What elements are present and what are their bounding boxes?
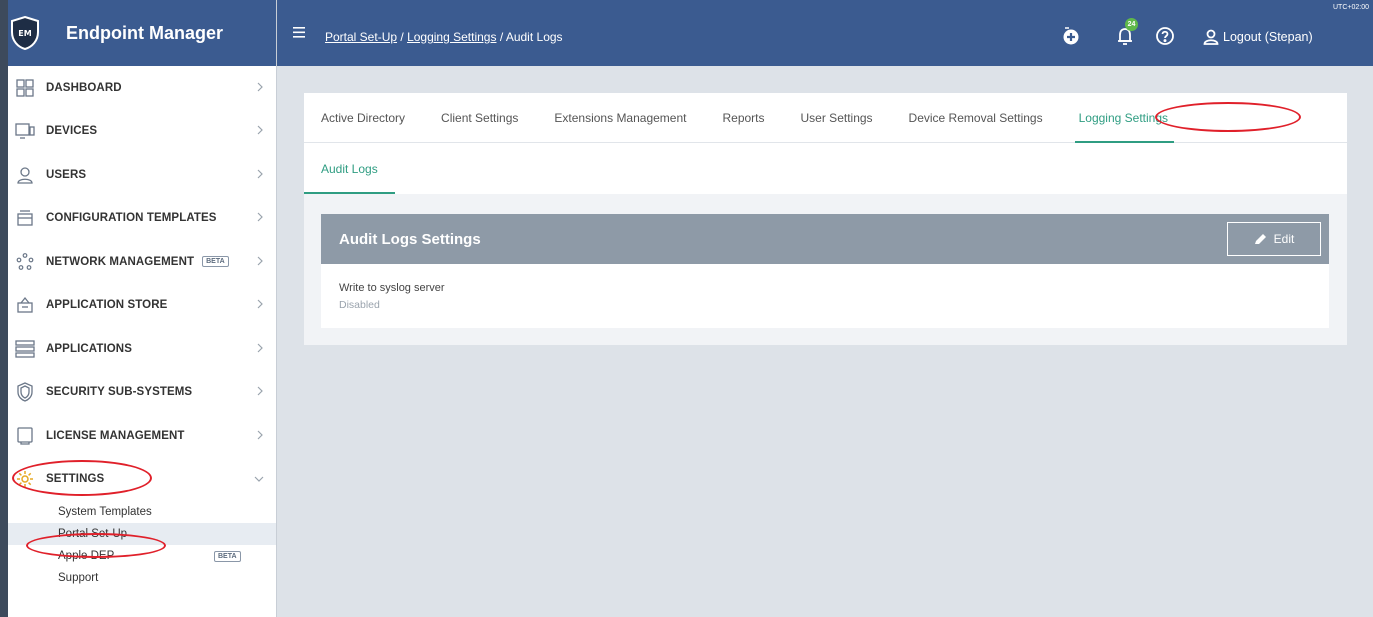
- sidebar-subitem-apple-dep[interactable]: Apple DEP BETA: [8, 545, 276, 567]
- breadcrumb: Portal Set-Up / Logging Settings / Audit…: [325, 30, 563, 44]
- basket-icon: [14, 294, 36, 316]
- panel-header: Audit Logs Settings Edit: [321, 214, 1329, 264]
- chevron-right-icon: [257, 429, 264, 443]
- syslog-field-value: Disabled: [339, 299, 380, 311]
- user-icon: [1203, 29, 1219, 45]
- monitor-icon: [14, 120, 36, 142]
- sidebar-subitem-support[interactable]: Support: [8, 567, 276, 589]
- app-title: Endpoint Manager: [66, 22, 223, 43]
- settings-tabs: Active Directory Client Settings Extensi…: [304, 93, 1347, 143]
- sidebar-item-label: APPLICATIONS: [46, 342, 132, 355]
- pencil-icon: [1254, 234, 1266, 244]
- audit-logs-settings-panel: Audit Logs Settings Edit Write to syslog…: [321, 214, 1329, 328]
- sidebar-item-license-management[interactable]: LICENSE MANAGEMENT: [8, 414, 276, 458]
- chevron-right-icon: [257, 385, 264, 399]
- sidebar-item-label: DASHBOARD: [46, 81, 122, 94]
- sidebar-item-label: NETWORK MANAGEMENT: [46, 255, 195, 268]
- beta-badge: BETA: [202, 256, 229, 268]
- logo-text: EM: [18, 29, 31, 38]
- sidebar-subitem-label: System Templates: [58, 506, 152, 518]
- sidebar-item-application-store[interactable]: APPLICATION STORE: [8, 284, 276, 328]
- tab-user-settings[interactable]: User Settings: [801, 93, 873, 143]
- sidebar-item-label: USERS: [46, 168, 87, 181]
- brand-header: EM Endpoint Manager: [8, 0, 276, 66]
- tab-device-removal-settings[interactable]: Device Removal Settings: [909, 93, 1043, 143]
- sidebar-item-label: LICENSE MANAGEMENT: [46, 429, 185, 442]
- sidebar-subitem-label: Support: [58, 572, 99, 584]
- network-icon: [14, 251, 36, 273]
- beta-badge: BETA: [214, 550, 241, 562]
- server-icon: [14, 338, 36, 360]
- add-device-icon[interactable]: [1061, 26, 1081, 46]
- syslog-field-label: Write to syslog server: [339, 282, 445, 294]
- chevron-down-icon: [254, 472, 264, 486]
- edit-button[interactable]: Edit: [1227, 222, 1321, 256]
- grid-icon: [14, 77, 36, 99]
- breadcrumb-link-logging-settings[interactable]: Logging Settings: [407, 30, 496, 44]
- sidebar-item-users[interactable]: USERS: [8, 153, 276, 197]
- tab-extensions-management[interactable]: Extensions Management: [554, 93, 686, 143]
- user-icon: [14, 164, 36, 186]
- sidebar-item-label: APPLICATION STORE: [46, 299, 168, 312]
- chevron-right-icon: [257, 168, 264, 182]
- sidebar-subitem-system-templates[interactable]: System Templates: [8, 501, 276, 523]
- sidebar: EM Endpoint Manager DASHBOARD DEVICES US…: [0, 0, 277, 617]
- panel-title: Audit Logs Settings: [339, 230, 481, 248]
- notification-bell-icon[interactable]: 24: [1115, 18, 1138, 46]
- sidebar-item-devices[interactable]: DEVICES: [8, 110, 276, 154]
- breadcrumb-separator: /: [499, 30, 504, 44]
- sidebar-item-label: SECURITY SUB-SYSTEMS: [46, 386, 193, 399]
- sidebar-subitem-portal-set-up[interactable]: Portal Set-Up: [8, 523, 276, 545]
- shield-logo-icon[interactable]: EM: [10, 16, 40, 50]
- breadcrumb-link-portal-set-up[interactable]: Portal Set-Up: [325, 30, 397, 44]
- chevron-right-icon: [257, 81, 264, 95]
- tab-logging-settings[interactable]: Logging Settings: [1074, 93, 1175, 143]
- sidebar-item-settings[interactable]: SETTINGS: [8, 458, 276, 502]
- main-content: Active Directory Client Settings Extensi…: [304, 93, 1347, 345]
- breadcrumb-separator: /: [400, 30, 404, 44]
- sidebar-subitem-label: Portal Set-Up: [58, 528, 128, 540]
- sidebar-item-security-sub-systems[interactable]: SECURITY SUB-SYSTEMS: [8, 371, 276, 415]
- edit-button-label: Edit: [1273, 232, 1295, 246]
- license-icon: [14, 425, 36, 447]
- sidebar-item-label: DEVICES: [46, 125, 98, 138]
- sidebar-subitem-label: Apple DEP: [58, 550, 115, 562]
- notification-count-badge: 24: [1125, 18, 1138, 31]
- sidebar-item-applications[interactable]: APPLICATIONS: [8, 327, 276, 371]
- sidebar-item-network-management[interactable]: NETWORK MANAGEMENT BETA: [8, 240, 276, 284]
- tab-reports[interactable]: Reports: [722, 93, 764, 143]
- logging-subtabs: Audit Logs: [304, 143, 1347, 194]
- hamburger-menu-icon[interactable]: [293, 27, 305, 41]
- chevron-right-icon: [257, 298, 264, 312]
- gear-icon: [14, 468, 36, 490]
- logout-label: Logout (Stepan): [1223, 30, 1313, 44]
- top-bar: Portal Set-Up / Logging Settings / Audit…: [277, 0, 1373, 66]
- sidebar-item-label: CONFIGURATION TEMPLATES: [46, 212, 217, 225]
- timezone-label: UTC+02:00: [1333, 4, 1369, 11]
- template-icon: [14, 207, 36, 229]
- chevron-right-icon: [257, 255, 264, 269]
- chevron-right-icon: [257, 124, 264, 138]
- chevron-right-icon: [257, 342, 264, 356]
- tab-client-settings[interactable]: Client Settings: [441, 93, 518, 143]
- help-icon[interactable]: [1155, 26, 1175, 46]
- logout-button[interactable]: Logout (Stepan): [1203, 29, 1313, 45]
- sidebar-item-dashboard[interactable]: DASHBOARD: [8, 66, 276, 110]
- chevron-right-icon: [257, 211, 264, 225]
- shield-icon: [14, 381, 36, 403]
- tab-active-directory[interactable]: Active Directory: [321, 93, 405, 143]
- sidebar-item-label: SETTINGS: [46, 473, 105, 486]
- sidebar-item-configuration-templates[interactable]: CONFIGURATION TEMPLATES: [8, 197, 276, 241]
- breadcrumb-current: Audit Logs: [505, 30, 563, 44]
- subtab-audit-logs[interactable]: Audit Logs: [304, 143, 395, 194]
- panel-body: Write to syslog server Disabled: [321, 264, 1329, 328]
